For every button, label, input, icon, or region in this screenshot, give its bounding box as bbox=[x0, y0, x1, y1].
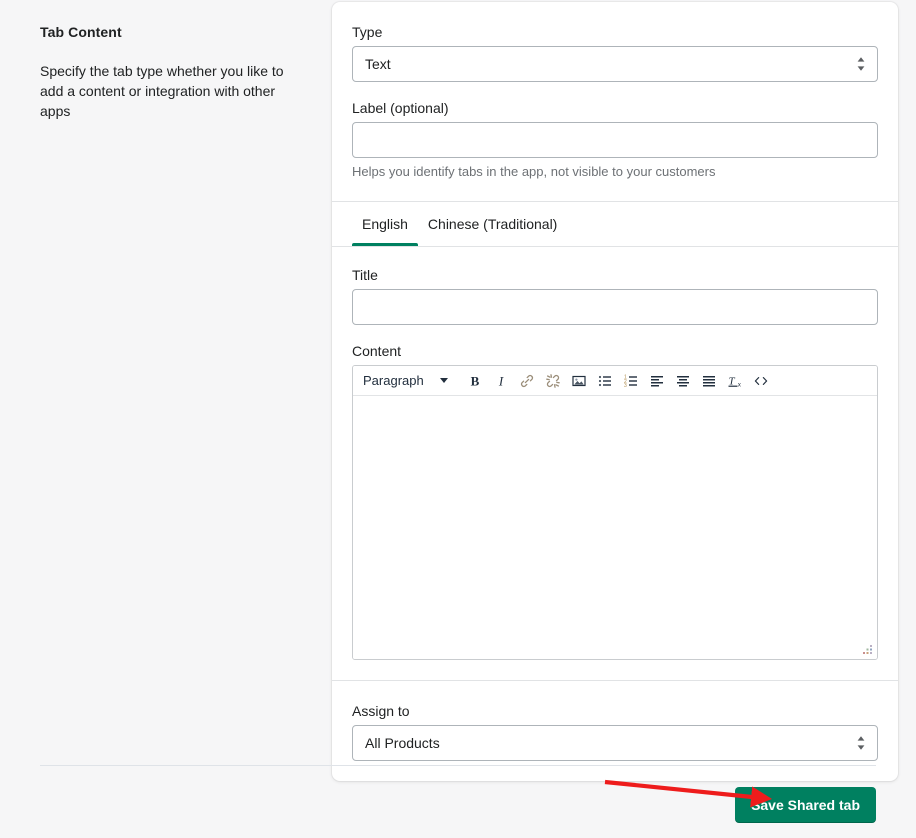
card-section-translatable-content: Title Content Paragraph B I 1 2 3 T x bbox=[332, 247, 898, 680]
bullet-list-icon[interactable] bbox=[592, 369, 618, 393]
assign-select[interactable]: All Products bbox=[352, 725, 878, 761]
assign-select-wrapper: All Products bbox=[352, 725, 878, 761]
section-title: Tab Content bbox=[40, 24, 122, 40]
image-icon[interactable] bbox=[566, 369, 592, 393]
tab-content-card: Type Text Label (optional) Helps you ide… bbox=[332, 2, 898, 781]
italic-icon[interactable]: I bbox=[488, 369, 514, 393]
editor-toolbar: Paragraph B I 1 2 3 T x bbox=[353, 366, 877, 396]
rich-text-editor: Paragraph B I 1 2 3 T x bbox=[352, 365, 878, 660]
title-field-group: Title bbox=[352, 265, 878, 325]
source-code-icon[interactable] bbox=[748, 369, 774, 393]
unlink-icon[interactable] bbox=[540, 369, 566, 393]
numbered-list-icon[interactable]: 1 2 3 bbox=[618, 369, 644, 393]
svg-text:B: B bbox=[470, 373, 479, 388]
editor-content-area[interactable] bbox=[353, 396, 877, 659]
tab-chinese-traditional-label: Chinese (Traditional) bbox=[427, 216, 558, 232]
type-select-wrapper: Text bbox=[352, 46, 878, 82]
type-field-group: Type Text bbox=[352, 22, 878, 82]
resize-handle-icon[interactable] bbox=[860, 642, 874, 656]
section-description-panel: Tab Content Specify the tab type whether… bbox=[0, 0, 332, 121]
label-field-group: Label (optional) Helps you identify tabs… bbox=[352, 98, 878, 181]
language-tab-strip: English Chinese (Traditional) bbox=[332, 202, 898, 246]
tab-content-settings-row: Tab Content Specify the tab type whether… bbox=[0, 0, 916, 781]
assign-field-label: Assign to bbox=[352, 703, 410, 719]
bold-icon[interactable]: B bbox=[462, 369, 488, 393]
title-input[interactable] bbox=[352, 289, 878, 325]
tab-english[interactable]: English bbox=[352, 202, 418, 246]
align-center-icon[interactable] bbox=[670, 369, 696, 393]
link-icon[interactable] bbox=[514, 369, 540, 393]
label-input[interactable] bbox=[352, 122, 878, 158]
svg-text:I: I bbox=[498, 373, 504, 388]
svg-text:3: 3 bbox=[624, 383, 627, 389]
settings-page: Tab Content Specify the tab type whether… bbox=[0, 0, 916, 838]
align-justify-icon[interactable] bbox=[696, 369, 722, 393]
content-field-group: Content Paragraph B I 1 2 3 T x bbox=[352, 341, 878, 660]
block-format-dropdown[interactable]: Paragraph bbox=[357, 369, 454, 393]
card-section-type: Type Text Label (optional) Helps you ide… bbox=[332, 2, 898, 201]
label-help-text: Helps you identify tabs in the app, not … bbox=[352, 164, 716, 179]
content-field-label: Content bbox=[352, 343, 402, 359]
title-field-label: Title bbox=[352, 267, 378, 283]
chevron-down-icon bbox=[439, 378, 448, 383]
type-field-label: Type bbox=[352, 24, 383, 40]
save-shared-tab-button[interactable]: Save Shared tab bbox=[735, 787, 876, 823]
footer-actions: Save Shared tab bbox=[40, 766, 876, 823]
label-field-label: Label (optional) bbox=[352, 100, 449, 116]
svg-text:x: x bbox=[738, 382, 741, 388]
tab-chinese-traditional[interactable]: Chinese (Traditional) bbox=[418, 202, 567, 246]
align-left-icon[interactable] bbox=[644, 369, 670, 393]
page-footer: Save Shared tab bbox=[40, 765, 876, 838]
tab-english-label: English bbox=[362, 216, 408, 232]
block-format-label: Paragraph bbox=[363, 373, 424, 388]
type-select[interactable]: Text bbox=[352, 46, 878, 82]
assign-field-group: Assign to All Products bbox=[352, 701, 878, 761]
clear-formatting-icon[interactable]: T x bbox=[722, 369, 748, 393]
section-description: Specify the tab type whether you like to… bbox=[40, 63, 284, 119]
